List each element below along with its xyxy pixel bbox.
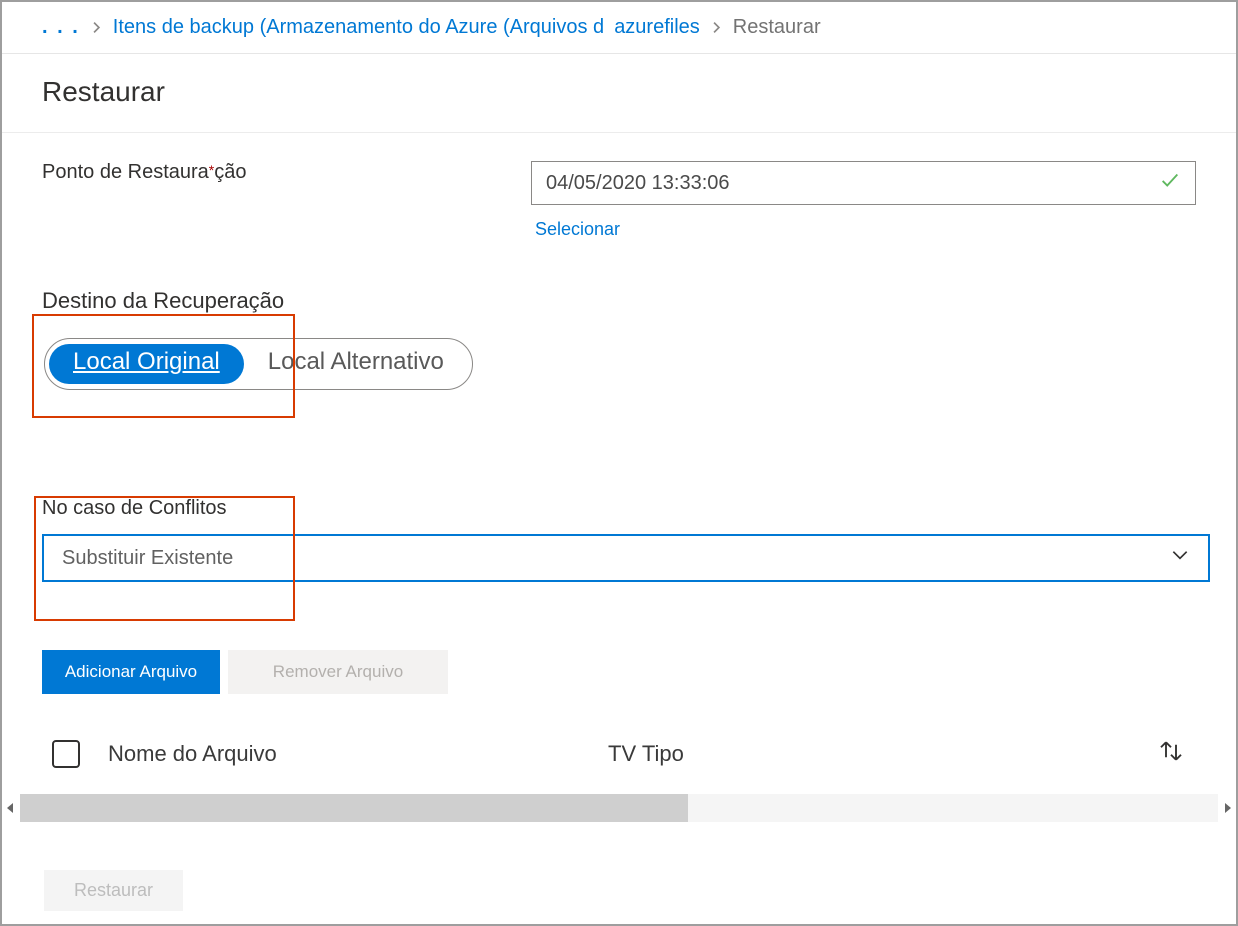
scroll-left-icon[interactable]: [2, 794, 20, 822]
required-star-icon: *: [209, 162, 214, 178]
select-restore-point-link[interactable]: Selecionar: [535, 219, 620, 240]
restore-point-input[interactable]: 04/05/2020 13:33:06: [531, 161, 1196, 205]
restore-button: Restaurar: [44, 870, 183, 911]
scroll-right-icon[interactable]: [1218, 794, 1236, 822]
breadcrumb-link-backups[interactable]: Itens de backup (Armazenamento do Azure …: [113, 16, 604, 39]
column-file-name[interactable]: Nome do Arquivo: [108, 741, 608, 767]
horizontal-scrollbar[interactable]: [20, 794, 1218, 822]
select-all-checkbox[interactable]: [52, 740, 80, 768]
conflict-label: No caso de Conflitos: [42, 497, 1196, 520]
restore-point-value: 04/05/2020 13:33:06: [546, 172, 730, 195]
recovery-dest-alternative[interactable]: Local Alternativo: [244, 344, 468, 383]
add-file-button[interactable]: Adicionar Arquivo: [42, 650, 220, 694]
remove-file-button: Remover Arquivo: [228, 650, 448, 694]
recovery-destination-title: Destino da Recuperação: [42, 288, 1196, 314]
conflict-dropdown[interactable]: Substituir Existente: [42, 534, 1210, 582]
chevron-right-icon: [710, 21, 723, 34]
chevron-right-icon: [90, 21, 103, 34]
breadcrumb: . . . Itens de backup (Armazenamento do …: [2, 2, 1236, 54]
recovery-destination-toggle: Local Original Local Alternativo: [44, 338, 473, 390]
file-list-header: Nome do Arquivo TV Tipo: [42, 730, 1196, 778]
recovery-dest-original[interactable]: Local Original: [49, 344, 244, 383]
chevron-down-icon: [1170, 545, 1190, 571]
breadcrumb-link-azurefiles[interactable]: azurefiles: [614, 16, 700, 39]
restore-point-label: Ponto de Restaura*ção: [42, 161, 531, 184]
breadcrumb-current: Restaurar: [733, 16, 821, 39]
column-type[interactable]: TV Tipo: [608, 741, 1156, 767]
sort-icon[interactable]: [1156, 736, 1186, 772]
breadcrumb-ellipsis[interactable]: . . .: [42, 16, 80, 39]
checkmark-icon: [1159, 169, 1181, 197]
page-title: Restaurar: [2, 54, 1236, 133]
conflict-selected-value: Substituir Existente: [62, 547, 233, 570]
